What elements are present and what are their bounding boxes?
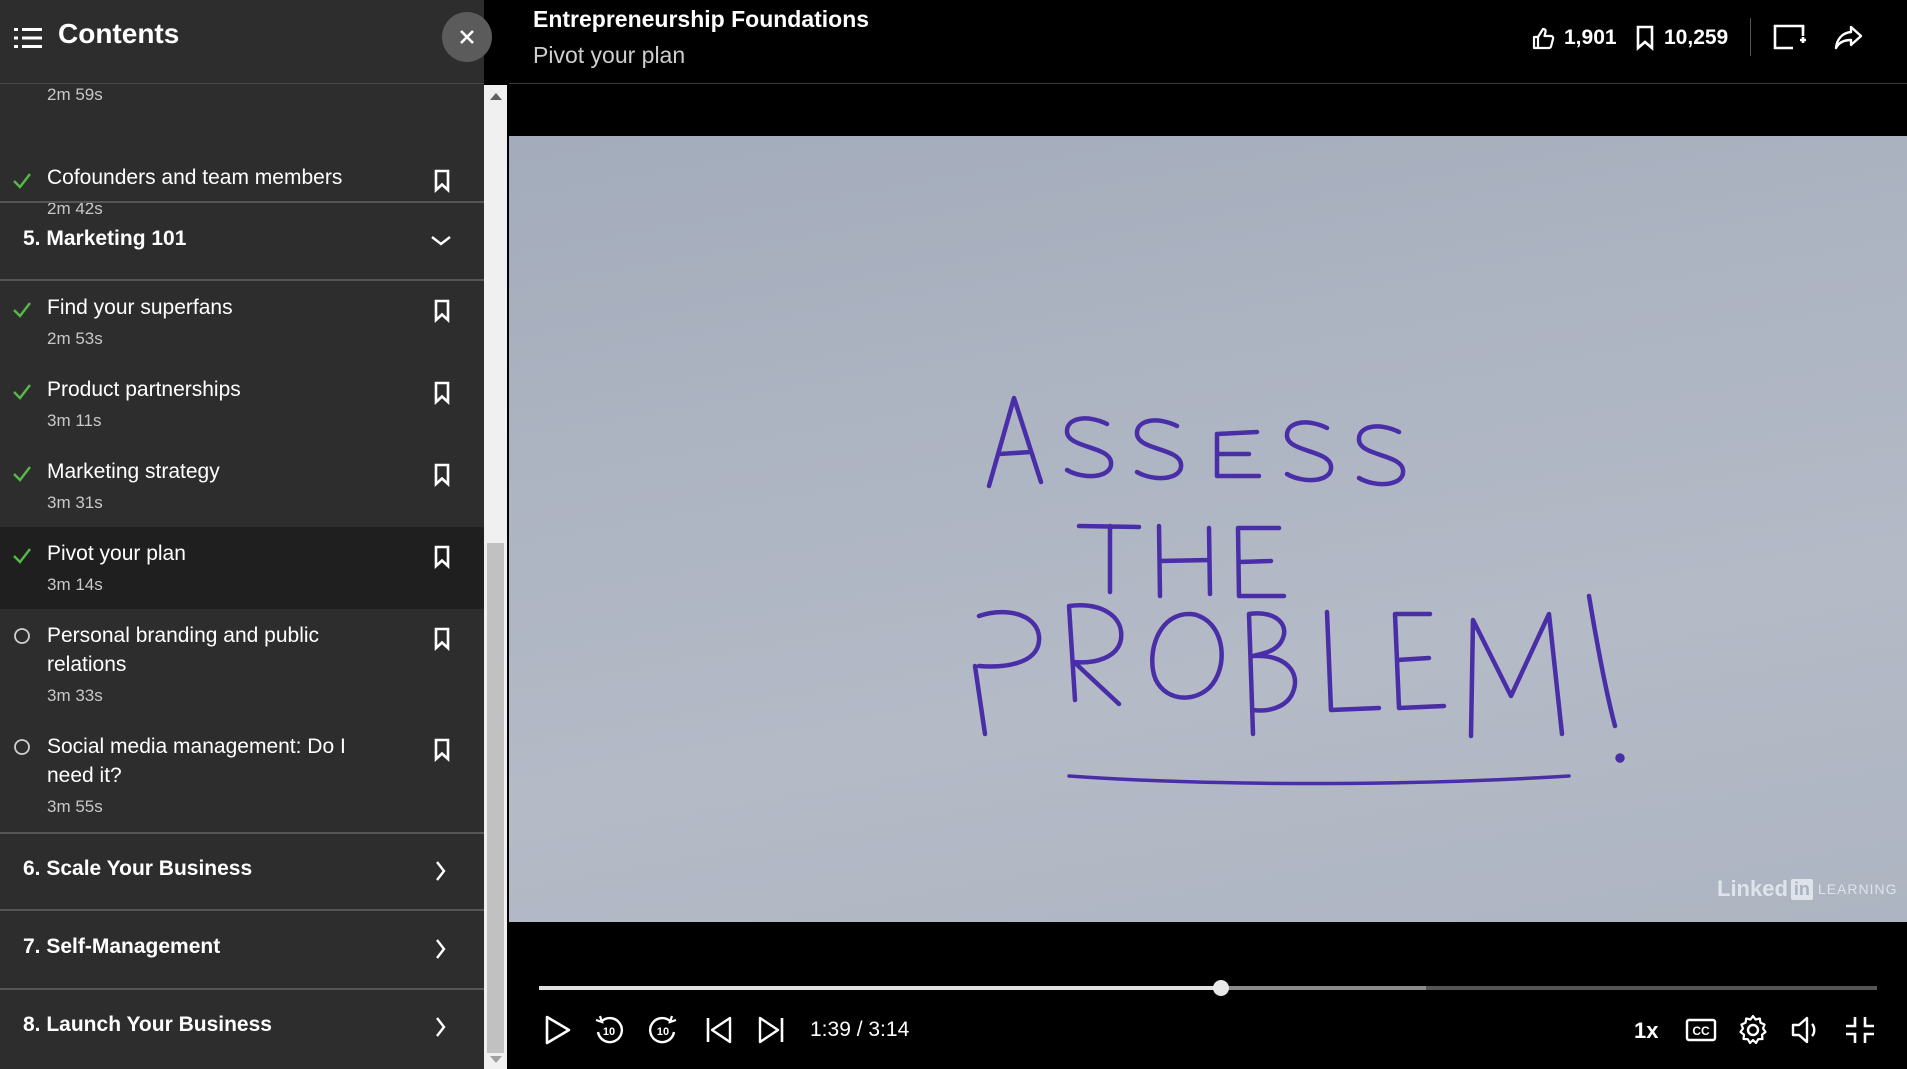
progress-played xyxy=(539,986,1222,990)
save-count: 10,259 xyxy=(1664,26,1729,49)
video-player-area: Entrepreneurship Foundations Pivot your … xyxy=(509,0,1907,1069)
chevron-right-icon xyxy=(436,939,446,959)
closed-captions-icon[interactable]: CC xyxy=(1684,1012,1718,1048)
check-icon xyxy=(13,302,31,318)
time-display: 1:39 / 3:14 xyxy=(810,1018,910,1041)
list-icon[interactable] xyxy=(14,27,42,49)
lesson-name: Cofounders and team members xyxy=(47,166,343,189)
forward-10-icon[interactable]: 10 xyxy=(646,1012,680,1048)
lesson-item[interactable]: Find your superfans 2m 53s xyxy=(0,281,484,363)
like-button[interactable]: 1,901 xyxy=(1530,20,1617,56)
progress-handle[interactable] xyxy=(1213,980,1230,996)
bookmark-icon[interactable] xyxy=(432,299,452,323)
circle-icon xyxy=(14,628,30,644)
rewind-10-icon[interactable]: 10 xyxy=(592,1012,626,1048)
sidebar-scrollbar[interactable] xyxy=(484,85,507,1069)
lesson-duration: 3m 14s xyxy=(47,575,103,594)
previous-video-icon[interactable] xyxy=(701,1012,735,1048)
thumbs-up-icon xyxy=(1532,27,1555,50)
close-sidebar-button[interactable] xyxy=(442,12,492,62)
svg-text:CC: CC xyxy=(1692,1024,1710,1038)
lesson-name: Social media management: Do I need it? xyxy=(47,735,346,787)
lesson-duration: 2m 53s xyxy=(47,329,103,348)
scrollbar-thumb[interactable] xyxy=(487,543,504,1053)
lesson-item-active[interactable]: Pivot your plan 3m 14s xyxy=(0,527,484,609)
settings-gear-icon[interactable] xyxy=(1736,1012,1770,1048)
divider xyxy=(1750,18,1751,56)
lesson-name: Marketing strategy xyxy=(47,460,220,483)
lesson-duration: 3m 33s xyxy=(47,686,103,705)
lesson-duration: 2m 59s xyxy=(47,85,103,104)
check-icon xyxy=(13,384,31,400)
section-label: 6. Scale Your Business xyxy=(23,857,253,880)
section-label: 5. Marketing 101 xyxy=(23,227,187,250)
bookmark-icon[interactable] xyxy=(432,627,452,651)
bookmark-icon[interactable] xyxy=(432,738,452,762)
lesson-name: Personal branding and public relations xyxy=(47,624,320,676)
share-icon[interactable] xyxy=(1831,20,1867,56)
bookmark-icon[interactable] xyxy=(432,381,452,405)
lesson-duration: 3m 31s xyxy=(47,493,103,512)
section-header-marketing[interactable]: 5. Marketing 101 xyxy=(0,204,484,280)
next-video-icon[interactable] xyxy=(755,1012,789,1048)
lesson-item[interactable]: Cofounders and team members 2m 42s xyxy=(0,117,484,218)
section-header-launch[interactable]: 8. Launch Your Business xyxy=(0,990,484,1066)
section-header-self-management[interactable]: 7. Self-Management xyxy=(0,912,484,988)
video-title: Pivot your plan xyxy=(533,42,686,68)
chevron-right-icon xyxy=(436,861,446,881)
svg-text:10: 10 xyxy=(657,1026,669,1038)
lesson-item[interactable]: Social media management: Do I need it? 3… xyxy=(0,720,484,831)
watermark-learning: LEARNING xyxy=(1817,881,1898,897)
player-header: Entrepreneurship Foundations Pivot your … xyxy=(509,0,1907,84)
add-to-collection-icon[interactable] xyxy=(1771,20,1807,56)
section-label: 7. Self-Management xyxy=(23,935,221,958)
course-title[interactable]: Entrepreneurship Foundations xyxy=(533,6,869,33)
lesson-duration: 3m 55s xyxy=(47,797,103,816)
sidebar-header: Contents xyxy=(0,0,484,84)
lesson-name: Pivot your plan xyxy=(47,542,186,565)
divider xyxy=(0,201,484,203)
linkedin-learning-watermark: Linked in LEARNING xyxy=(1717,876,1897,902)
scroll-down-arrow-icon[interactable] xyxy=(490,1056,502,1063)
lesson-item-partial[interactable]: 2m 59s xyxy=(0,85,484,109)
check-icon xyxy=(13,173,31,189)
section-label: 8. Launch Your Business xyxy=(23,1013,272,1036)
divider xyxy=(0,909,484,911)
bookmark-icon xyxy=(1636,25,1654,51)
lesson-item[interactable]: Personal branding and public relations 3… xyxy=(0,609,484,720)
bookmark-icon[interactable] xyxy=(432,463,452,487)
sidebar-title: Contents xyxy=(58,18,180,49)
lesson-item[interactable]: Marketing strategy 3m 31s xyxy=(0,445,484,527)
scroll-up-arrow-icon[interactable] xyxy=(490,93,502,100)
video-frame[interactable]: Linked in LEARNING xyxy=(509,136,1907,922)
like-count: 1,901 xyxy=(1564,26,1617,49)
bookmark-icon[interactable] xyxy=(432,169,452,193)
lesson-name: Product partnerships xyxy=(47,378,241,401)
circle-icon xyxy=(14,739,30,755)
lesson-item[interactable]: Product partnerships 3m 11s xyxy=(0,363,484,445)
section-header-scale[interactable]: 6. Scale Your Business xyxy=(0,834,484,910)
save-course-button[interactable]: 10,259 xyxy=(1634,20,1728,56)
bookmark-icon[interactable] xyxy=(432,545,452,569)
whiteboard-drawing xyxy=(972,395,1625,786)
close-icon xyxy=(460,30,474,44)
chevron-down-icon xyxy=(431,236,451,246)
check-icon xyxy=(13,466,31,482)
lesson-duration: 3m 11s xyxy=(47,411,102,430)
chevron-right-icon xyxy=(436,1017,446,1037)
exit-fullscreen-icon[interactable] xyxy=(1843,1012,1877,1048)
playback-speed-button[interactable]: 1x xyxy=(1634,1018,1658,1044)
check-icon xyxy=(13,548,31,564)
svg-text:10: 10 xyxy=(603,1026,615,1038)
play-icon[interactable] xyxy=(541,1012,575,1048)
linkedin-logo-icon: in xyxy=(1790,878,1813,900)
watermark-brand: Linked xyxy=(1717,876,1788,901)
progress-bar[interactable] xyxy=(539,980,1877,996)
volume-icon[interactable] xyxy=(1789,1012,1823,1048)
lesson-name: Find your superfans xyxy=(47,296,233,319)
